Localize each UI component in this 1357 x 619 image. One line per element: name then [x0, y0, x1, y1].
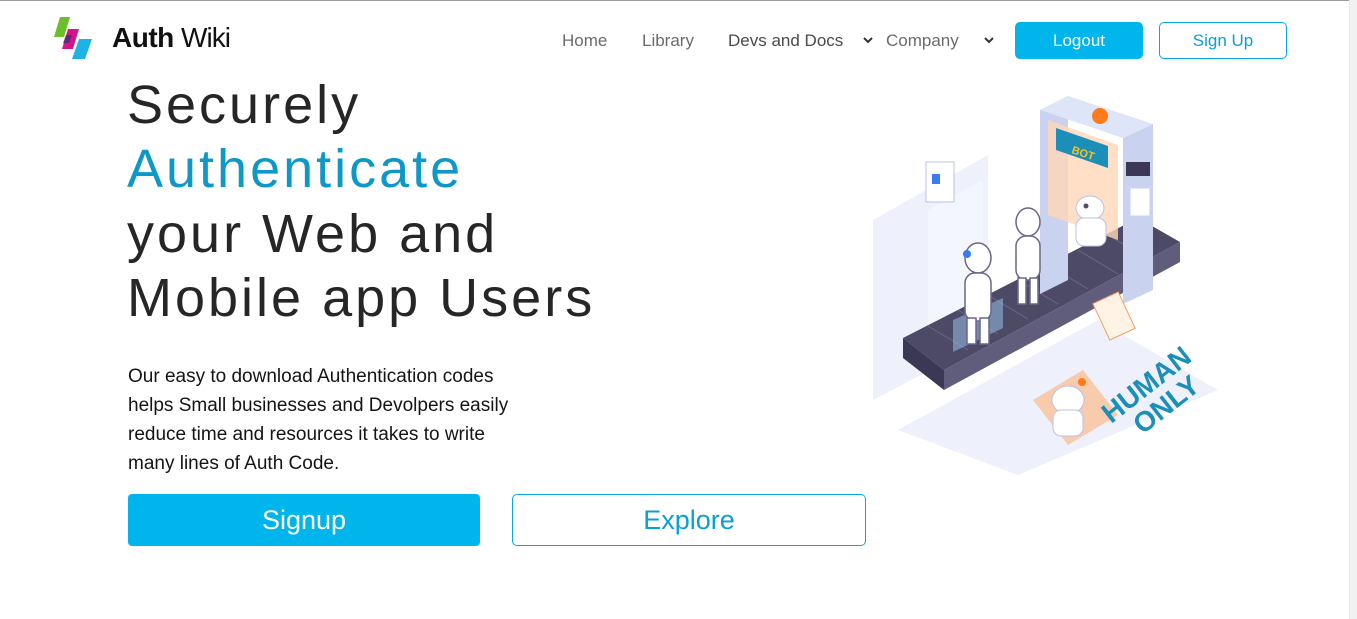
sign-up-button[interactable]: Sign Up — [1159, 22, 1287, 59]
window-top-border — [0, 0, 1357, 1]
hero-description: Our easy to download Authentication code… — [128, 362, 578, 478]
hero-description-line: Our easy to download Authentication code… — [128, 366, 494, 387]
hero-heading-line-3: your Web and — [127, 204, 499, 264]
hero-heading-line-2: Authenticate — [127, 139, 464, 199]
hero-heading-line-1: Securely — [127, 75, 362, 135]
hero-description-line: reduce time and resources it takes to wr… — [128, 424, 485, 445]
nav-home[interactable]: Home — [562, 31, 607, 51]
nav-devs-and-docs[interactable]: Devs and Docs — [728, 31, 843, 51]
hero-explore-button[interactable]: Explore — [512, 494, 866, 546]
authwiki-logo-icon[interactable] — [52, 15, 97, 61]
hero-description-line: many lines of Auth Code. — [128, 453, 340, 474]
hero-description-line: helps Small businesses and Devolpers eas… — [128, 395, 509, 416]
brand-bold: Auth — [112, 22, 174, 53]
chevron-down-icon[interactable] — [983, 35, 995, 45]
logout-button[interactable]: Logout — [1015, 22, 1143, 59]
brand-name[interactable]: Auth Wiki — [112, 22, 231, 54]
nav-library[interactable]: Library — [642, 31, 694, 51]
human-only-gate-illustration: BOT HUMAN ONLY — [873, 96, 1218, 475]
hero-heading-line-4: Mobile app Users — [127, 268, 596, 328]
page-scrollbar[interactable] — [1349, 0, 1357, 619]
nav-company[interactable]: Company — [886, 31, 959, 51]
hero-signup-button[interactable]: Signup — [128, 494, 480, 546]
brand-light: Wiki — [181, 22, 231, 53]
chevron-down-icon[interactable] — [862, 35, 874, 45]
